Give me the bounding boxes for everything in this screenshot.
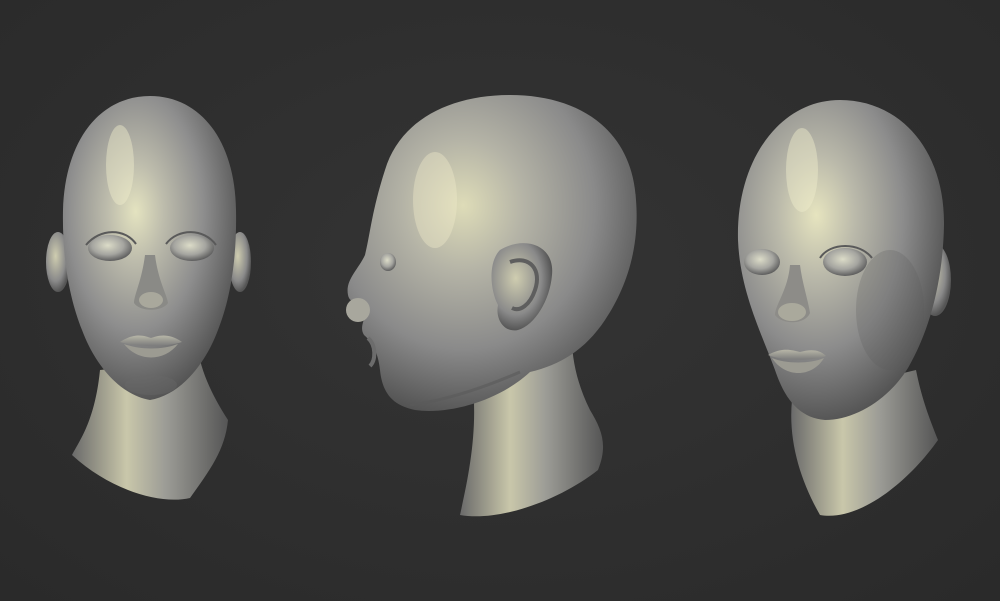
forehead-highlight <box>106 125 134 205</box>
three-quarter-view <box>737 100 951 516</box>
render-viewport <box>0 0 1000 601</box>
right-eye <box>170 235 214 261</box>
left-eye <box>88 235 132 261</box>
right-eye <box>823 248 867 276</box>
lips <box>366 336 377 368</box>
temple-highlight <box>413 152 457 248</box>
eye <box>380 253 396 271</box>
front-view <box>46 96 251 500</box>
head <box>347 95 637 411</box>
left-eye <box>744 249 780 275</box>
nose <box>346 298 370 322</box>
side-profile-view <box>346 95 637 517</box>
forehead-highlight <box>786 128 818 212</box>
